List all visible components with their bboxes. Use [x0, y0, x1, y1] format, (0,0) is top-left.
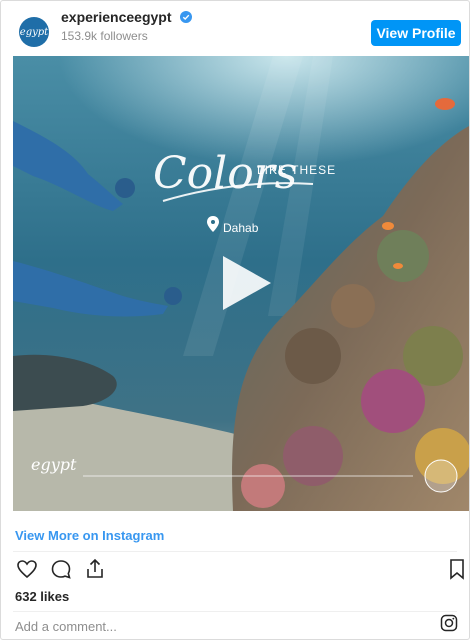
- profile-info: experienceegypt 153.9k followers: [61, 9, 192, 43]
- save-bookmark-icon[interactable]: [445, 557, 469, 581]
- add-comment-field[interactable]: Add a comment...: [15, 619, 117, 634]
- avatar[interactable]: egypt: [19, 17, 49, 47]
- instagram-embed-card: egypt experienceegypt 153.9k followers V…: [0, 0, 470, 640]
- avatar-label: egypt: [19, 26, 49, 38]
- divider: [13, 611, 457, 612]
- like-heart-icon[interactable]: [15, 557, 39, 581]
- post-header: egypt experienceegypt 153.9k followers V…: [1, 1, 469, 53]
- overlay-subtitle: LIKE THESE: [257, 163, 336, 177]
- post-video[interactable]: Colors LIKE THESE Dahab egypt: [13, 56, 469, 511]
- likes-count[interactable]: 632 likes: [15, 589, 69, 604]
- brand-mark: egypt: [31, 455, 77, 474]
- view-more-link[interactable]: View More on Instagram: [15, 528, 164, 543]
- username[interactable]: experienceegypt: [61, 9, 172, 25]
- divider: [13, 551, 457, 552]
- followers-count: 153.9k followers: [61, 29, 148, 43]
- view-profile-button[interactable]: View Profile: [371, 20, 461, 46]
- location-label: Dahab: [223, 221, 259, 235]
- underwater-scene-image: Colors LIKE THESE Dahab egypt: [13, 56, 469, 511]
- share-icon[interactable]: [83, 557, 107, 581]
- instagram-logo-icon[interactable]: [439, 613, 459, 633]
- verified-badge-icon: [179, 11, 192, 23]
- action-bar: [15, 557, 469, 585]
- comment-icon[interactable]: [49, 557, 73, 581]
